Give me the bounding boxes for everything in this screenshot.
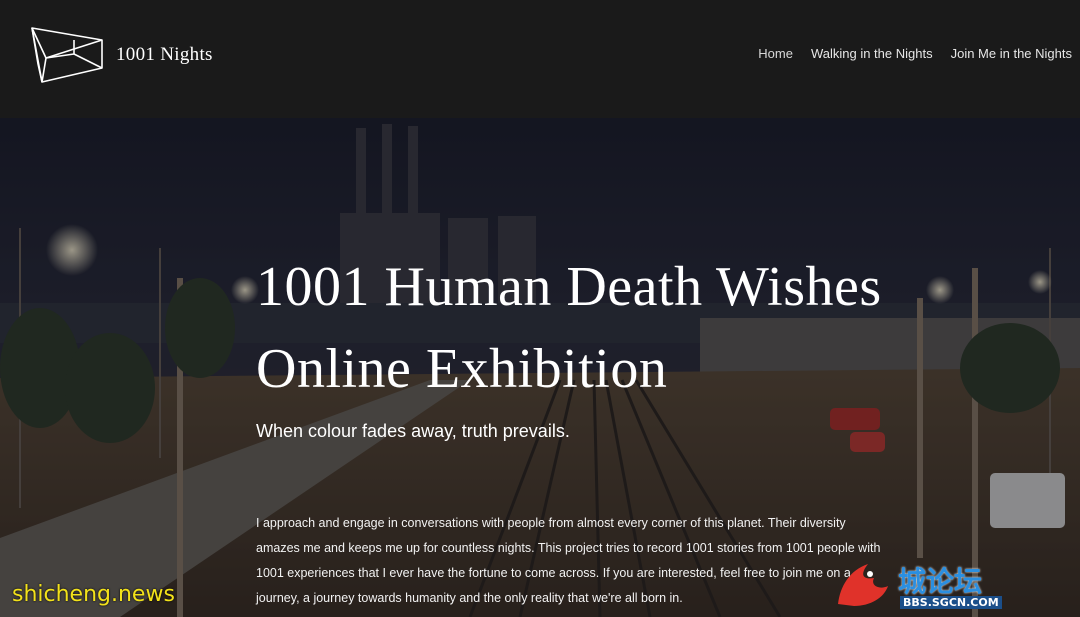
- watermark-sgcn: 城论坛 BBS.SGCN.COM: [830, 556, 1076, 614]
- site-header: 1001 Nights Home Walking in the Nights J…: [0, 0, 1080, 118]
- main-nav: Home Walking in the Nights Join Me in th…: [758, 46, 1072, 61]
- site-title: 1001 Nights: [116, 44, 213, 65]
- hero-title-line-1: 1001 Human Death Wishes: [256, 256, 882, 318]
- nav-item-home[interactable]: Home: [758, 46, 793, 61]
- hero-description-line-3: 1001 experiences that I ever have the fo…: [256, 566, 851, 580]
- hero-section: 1001 Human Death Wishes Online Exhibitio…: [0, 118, 1080, 617]
- geometric-box-logo-icon: [31, 27, 103, 83]
- nav-item-walking-in-the-nights[interactable]: Walking in the Nights: [811, 46, 933, 61]
- hero-subtitle: When colour fades away, truth prevails.: [256, 421, 570, 441]
- hero-title-line-2: Online Exhibition: [256, 338, 668, 400]
- hero-description-line-4: journey, a journey towards humanity and …: [256, 591, 683, 605]
- site-logo-link[interactable]: 1001 Nights: [28, 24, 213, 86]
- nav-item-join-me-in-the-nights[interactable]: Join Me in the Nights: [951, 46, 1072, 61]
- hero-description-line-1: I approach and engage in conversations w…: [256, 516, 846, 530]
- hero-title: 1001 Human Death Wishes Online Exhibitio…: [256, 246, 976, 410]
- watermark-sgcn-text: 城论坛: [898, 565, 983, 598]
- page: 1001 Nights Home Walking in the Nights J…: [0, 0, 1080, 617]
- hero-description-line-2: amazes me and keeps me up for countless …: [256, 541, 881, 555]
- watermark-shicheng: shicheng.news: [12, 582, 175, 607]
- lion-logo-icon: [838, 564, 888, 606]
- watermark-sgcn-url: BBS.SGCN.COM: [900, 596, 1002, 609]
